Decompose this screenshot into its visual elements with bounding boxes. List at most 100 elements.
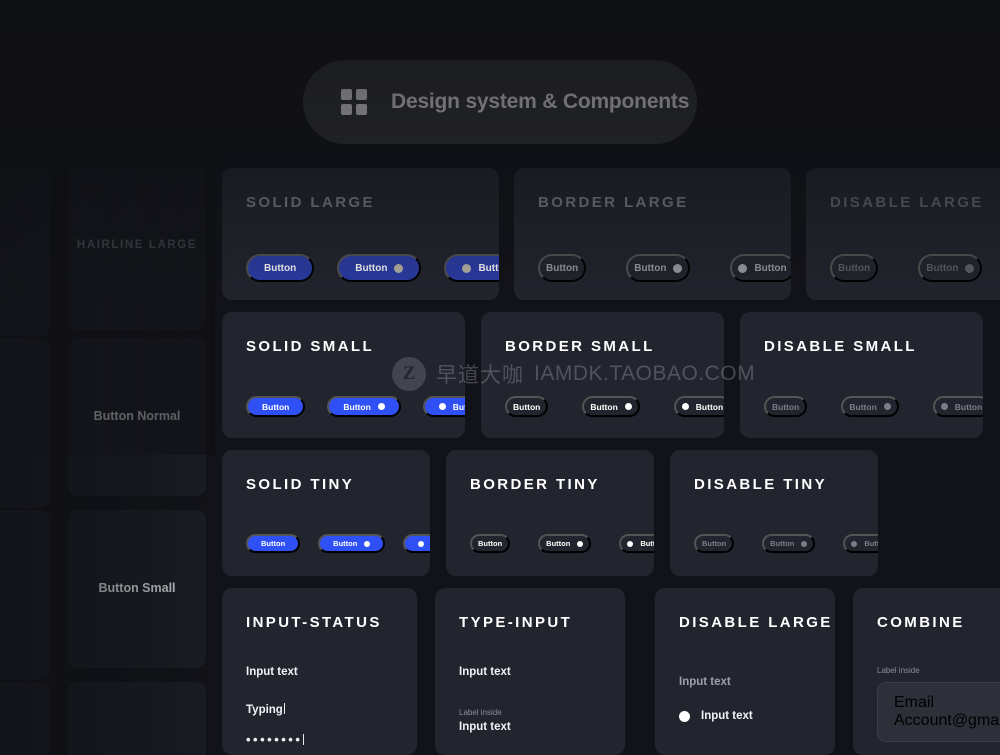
card-left-bottom	[68, 682, 206, 755]
button-label: Button	[478, 262, 499, 274]
disable-large-plain-field: Input text	[679, 676, 731, 688]
border-large-button-3[interactable]: Button	[730, 254, 791, 282]
disable-large-button-2: Button	[918, 254, 983, 282]
button-label: Button	[754, 262, 787, 274]
card-button-small: Button Small	[68, 510, 206, 668]
field-value: Input text	[459, 721, 511, 733]
button-label: Button	[546, 539, 571, 548]
solid-large-button-1[interactable]: Button	[246, 254, 315, 282]
disable-tiny-button-3: Button	[843, 534, 878, 553]
button-label: Button	[546, 262, 579, 274]
solid-large-button-row: Button Button Button	[246, 254, 499, 282]
button-label: Button	[770, 539, 795, 548]
card-solid-small-title: SOLID SMALL	[246, 338, 375, 355]
trailing-dot-icon	[801, 540, 808, 547]
card-solid-small: SOLID SMALL Button Button Button	[222, 312, 465, 438]
page-header-pill[interactable]: Design system & Components	[303, 60, 697, 144]
input-status-password-field[interactable]: ••••••••	[246, 731, 305, 749]
solid-small-button-1[interactable]: Button	[246, 396, 306, 417]
solid-tiny-button-2[interactable]: Button	[318, 534, 386, 553]
combine-email-field[interactable]: Email Account@gmail.com	[877, 682, 1000, 742]
grid-icon	[341, 89, 367, 115]
card-button-normal-label: Button Normal	[93, 409, 181, 423]
leading-dot-icon	[418, 540, 425, 547]
field-value: Typing	[246, 704, 283, 716]
leading-dot-icon	[462, 263, 472, 273]
button-label: Button	[355, 262, 388, 274]
text-caret	[283, 703, 285, 714]
button-label: Button	[640, 539, 654, 548]
solid-large-button-2[interactable]: Button	[337, 254, 422, 282]
card-border-tiny-title: BORDER TINY	[470, 476, 600, 493]
button-label: Button	[772, 401, 800, 412]
button-label: Button	[343, 401, 371, 412]
leading-dot-icon	[940, 403, 948, 410]
trailing-dot-icon	[673, 263, 683, 273]
disable-large-button-row: Button Button	[830, 254, 983, 282]
card-button-normal: Button Normal	[68, 338, 206, 496]
solid-large-button-3[interactable]: Button	[444, 254, 499, 282]
card-solid-tiny-title: SOLID TINY	[246, 476, 355, 493]
input-status-default-field[interactable]: Input text	[246, 666, 298, 678]
combine-label-left: Label inside	[877, 666, 920, 675]
trailing-dot-icon	[377, 403, 385, 410]
disable-small-button-1: Button	[764, 396, 808, 417]
radio-dot-icon	[679, 710, 690, 722]
border-small-button-2[interactable]: Button	[582, 396, 640, 417]
solid-tiny-button-row: Button Button Button	[246, 534, 430, 553]
disable-large-radio-field: Input text	[679, 710, 753, 722]
border-tiny-button-2[interactable]: Button	[538, 534, 592, 553]
solid-tiny-button-1[interactable]: Button	[246, 534, 301, 553]
field-value: Account@gmail.com	[894, 712, 1000, 729]
left-edge-card-4	[0, 682, 50, 755]
leading-dot-icon	[627, 540, 634, 547]
button-label: Button	[838, 262, 871, 274]
card-type-input-title: TYPE-INPUT	[459, 614, 573, 631]
button-label: Button	[590, 401, 618, 412]
card-combine-title: COMBINE	[877, 614, 965, 631]
card-disable-large-input: DISABLE LARGE Input text Input text	[655, 588, 835, 755]
left-edge-card-2	[0, 338, 50, 508]
border-small-button-row: Button Button Button	[505, 396, 724, 417]
button-label: Button	[452, 401, 465, 412]
button-label: Button	[262, 401, 290, 412]
border-tiny-button-3[interactable]: Button	[619, 534, 654, 553]
border-small-button-3[interactable]: Button	[673, 396, 724, 417]
card-solid-large-title: SOLID LARGE	[246, 194, 375, 211]
card-disable-large-title: DISABLE LARGE	[830, 194, 984, 211]
border-tiny-button-row: Button Button Button	[470, 534, 654, 553]
disable-small-button-2: Button	[841, 396, 899, 417]
button-label: Button	[864, 539, 878, 548]
field-value: Input text	[679, 676, 731, 688]
left-edge-card-3	[0, 510, 50, 680]
card-disable-large-input-title: DISABLE LARGE	[679, 614, 833, 631]
field-value: Input text	[701, 710, 753, 722]
leading-dot-icon	[438, 403, 446, 410]
border-tiny-button-1[interactable]: Button	[470, 534, 511, 553]
card-disable-large: DISABLE LARGE Button Button	[806, 168, 1000, 300]
solid-small-button-2[interactable]: Button	[327, 396, 401, 417]
card-border-tiny: BORDER TINY Button Button Button	[446, 450, 654, 576]
leading-dot-icon	[851, 540, 858, 547]
disable-small-button-row: Button Button Button	[764, 396, 983, 417]
border-large-button-2[interactable]: Button	[626, 254, 691, 282]
button-label: Button	[926, 262, 959, 274]
card-border-large-title: BORDER LARGE	[538, 194, 689, 211]
border-small-button-1[interactable]: Button	[505, 396, 549, 417]
border-large-button-1[interactable]: Button	[538, 254, 587, 282]
card-border-small: BORDER SMALL Button Button Button	[481, 312, 724, 438]
solid-small-button-3[interactable]: Button	[422, 396, 465, 417]
card-disable-tiny-title: DISABLE TINY	[694, 476, 827, 493]
card-combine: COMBINE Label inside La Email Account@gm…	[853, 588, 1000, 755]
type-input-plain-field[interactable]: Input text	[459, 666, 511, 678]
button-label: Button	[849, 401, 877, 412]
disable-tiny-button-row: Button Button Button	[694, 534, 878, 553]
card-disable-tiny: DISABLE TINY Button Button Button	[670, 450, 878, 576]
solid-tiny-button-3[interactable]: Button	[403, 534, 430, 553]
type-input-labeled-field[interactable]: Label inside Input text	[459, 708, 511, 733]
disable-tiny-button-1: Button	[694, 534, 735, 553]
button-label: Button	[264, 262, 297, 274]
trailing-dot-icon	[364, 540, 371, 547]
card-input-status: INPUT-STATUS Input text Typing ••••••••	[222, 588, 417, 755]
input-status-typing-field[interactable]: Typing	[246, 700, 285, 718]
